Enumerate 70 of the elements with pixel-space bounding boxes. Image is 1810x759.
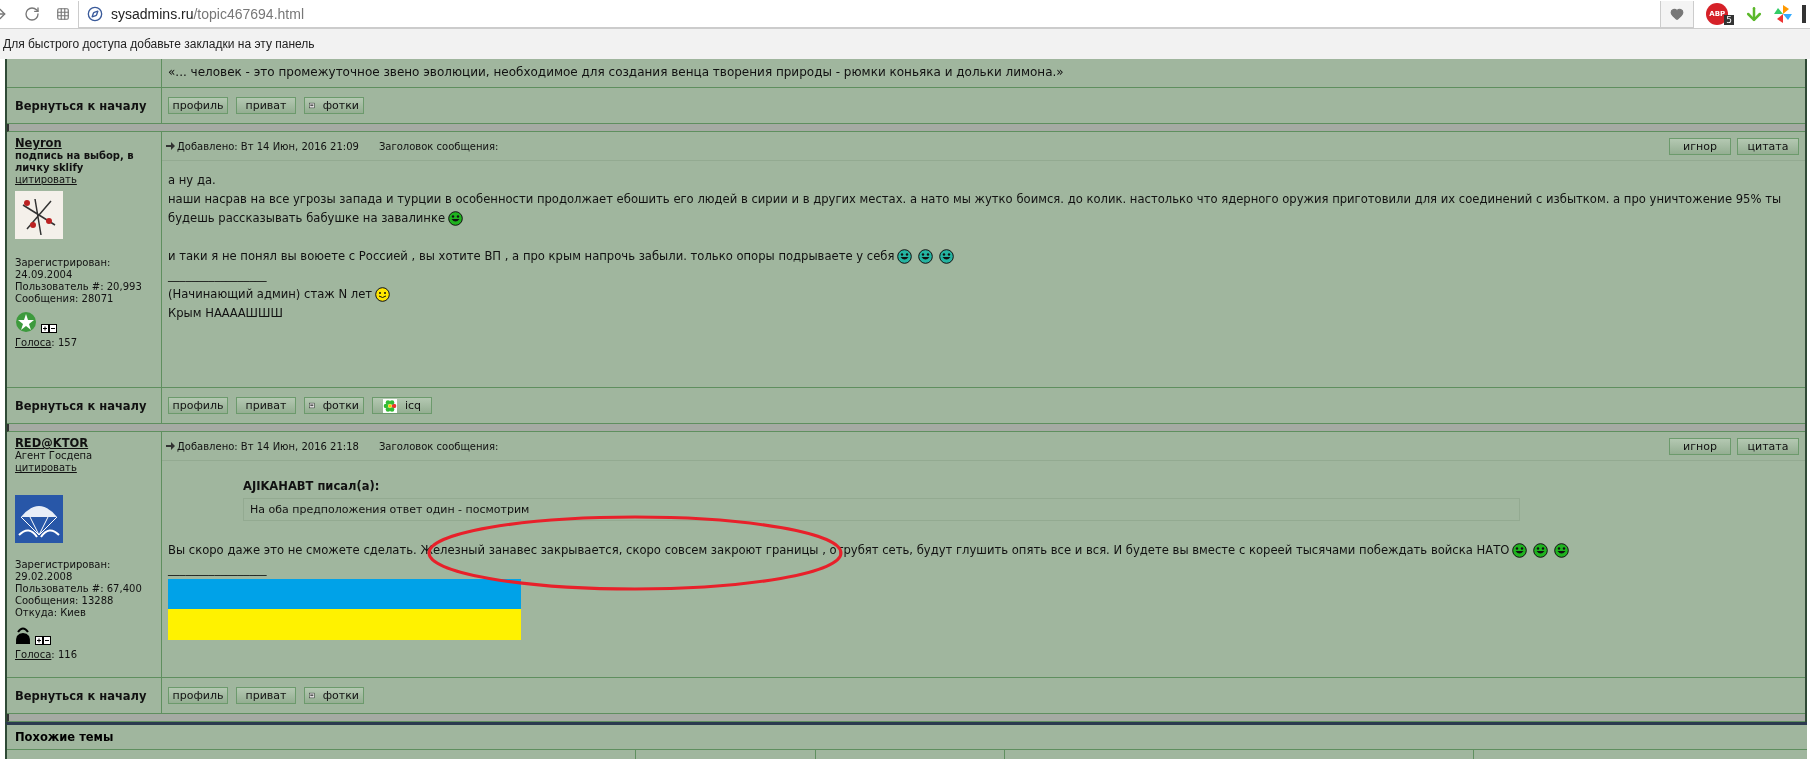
signature-rule: _________________: [168, 267, 267, 283]
quote-link[interactable]: цитировать: [15, 174, 153, 185]
apps-icon[interactable]: [56, 7, 70, 21]
author-name[interactable]: Neyron: [15, 136, 153, 150]
post-action-button[interactable]: цитата: [1737, 137, 1799, 155]
quote-link[interactable]: цитировать: [15, 462, 153, 473]
photos-button[interactable]: фотки: [304, 97, 364, 114]
author-name[interactable]: RED@KTOR: [15, 436, 153, 450]
forum-button[interactable]: профиль: [168, 97, 228, 114]
votes-count: 157: [57, 337, 77, 348]
forum-button[interactable]: профиль: [168, 687, 228, 704]
post-date: Добавлено: Вт 14 Июн, 2016 21:09: [166, 140, 359, 152]
subject-label: Заголовок сообщения:: [378, 140, 499, 152]
user-detail: 29.02.2008: [15, 571, 74, 583]
flower-icon: [382, 398, 397, 413]
forum-button[interactable]: приват: [236, 397, 296, 414]
forum-button[interactable]: приват: [236, 97, 296, 114]
photos-button[interactable]: фотки: [304, 397, 364, 414]
bookmarks-hint: Для быстрого доступа добавьте закладки на эту панель: [0, 29, 1810, 59]
user-detail: Сообщения: 28071: [15, 293, 115, 305]
reload-icon[interactable]: [24, 6, 40, 22]
quote-author: AJIKAHABT писал(а):: [243, 478, 381, 495]
plus-minus-icon[interactable]: [41, 324, 58, 333]
back-to-top-link[interactable]: Вернуться к началу: [7, 678, 155, 713]
user-detail: Зарегистрирован:: [15, 257, 112, 269]
arrow-icon: [166, 442, 175, 450]
post-text: Крым НААААШШШ: [168, 306, 283, 320]
post-text: наши насрав на все угрозы запада и турции в особенности продолжает ебошить его людей в сирии и в других местах. а нато мы жутко боимся. до колик. настолько что ядерного оружия приготовили для их соединений с избытком. а про уничтожение 95% ты: [168, 192, 1782, 206]
user-detail: Пользователь #: 67,400: [15, 583, 143, 595]
votes-separator: :: [51, 649, 55, 660]
photo-file-icon: [309, 99, 315, 112]
section-title: Похожие темы: [7, 725, 1807, 750]
arrow-icon: [166, 142, 175, 150]
photo-file-icon: [309, 689, 315, 702]
forum-button[interactable]: профиль: [168, 397, 228, 414]
icq-button[interactable]: icq: [372, 397, 432, 414]
votes-separator: :: [51, 337, 55, 348]
post-text: и таки я не понял вы воюете с Россией , вы хотите ВП , а про крым напрочь забыли. только опоры подрываете у себя: [168, 249, 895, 263]
plus-minus-icon[interactable]: [35, 636, 52, 645]
user-detail: Зарегистрирован:: [15, 559, 112, 571]
url-domain: sysadmins.ru: [111, 5, 194, 22]
photos-button[interactable]: фотки: [304, 687, 364, 704]
post-date: Добавлено: Вт 14 Июн, 2016 21:18: [166, 440, 359, 452]
user-detail: Сообщения: 13288: [15, 595, 115, 607]
post-text: будешь рассказывать бабушке на завалинке: [168, 211, 446, 225]
subject-label: Заголовок сообщения:: [378, 440, 499, 452]
download-icon[interactable]: [1744, 4, 1764, 24]
user-rank: Агент Госдепа: [15, 450, 94, 462]
user-detail: Пользователь #: 20,993: [15, 281, 143, 293]
back-to-top-link[interactable]: Вернуться к началу: [7, 88, 155, 123]
post-action-button[interactable]: игнор: [1669, 137, 1731, 155]
extension-count: 5: [1724, 15, 1734, 25]
url-path: /topic467694.html: [193, 5, 304, 22]
post-text: (Начинающий админ) стаж N лет: [168, 287, 373, 301]
compass-icon: [87, 5, 103, 22]
votes-count: 116: [57, 649, 77, 660]
forum-button[interactable]: приват: [236, 687, 296, 704]
signature-rule: _________________: [168, 561, 267, 577]
back-to-top-link[interactable]: Вернуться к началу: [7, 388, 155, 423]
address-bar[interactable]: sysadmins.ru/topic467694.html: [78, 0, 1695, 28]
post-action-button[interactable]: цитата: [1737, 437, 1799, 455]
user-detail: 24.09.2004: [15, 269, 74, 281]
user-detail: Откуда: Киев: [15, 607, 87, 619]
post-text: а ну да.: [168, 173, 216, 187]
post-action-button[interactable]: игнор: [1669, 437, 1731, 455]
photo-file-icon: [309, 399, 315, 412]
quote-text: На оба предположения ответ один - посмотрим: [243, 498, 1520, 521]
pinwheel-icon[interactable]: [1774, 5, 1792, 23]
heart-icon[interactable]: [1670, 6, 1685, 21]
signature-text: «... человек - это промежуточное звено эволюции, необходимое для создания венца творения природы - рюмки коньяка и дольки лимона.»: [167, 64, 1065, 81]
